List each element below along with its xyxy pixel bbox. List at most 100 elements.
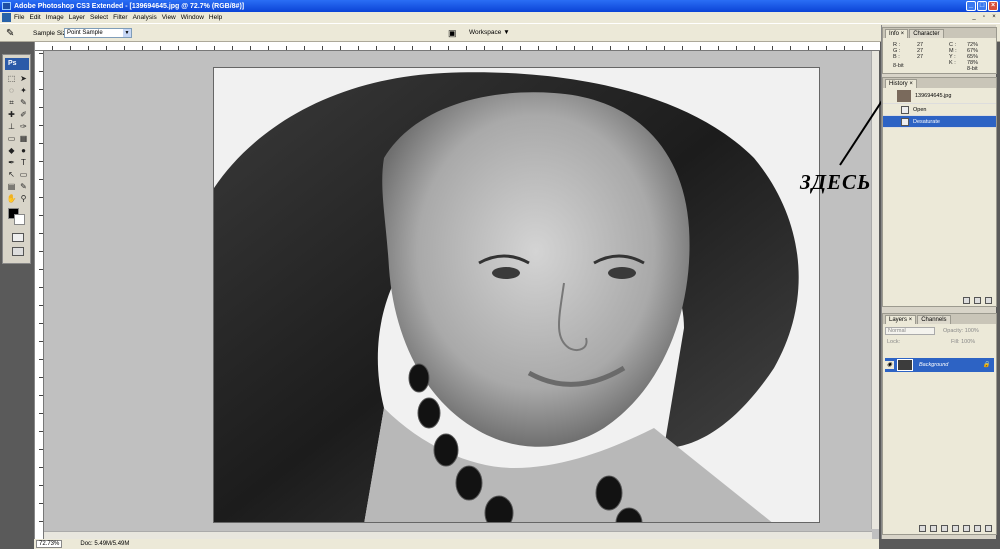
crop-tool-icon[interactable]: ⌗ [6,97,17,108]
tools-panel: Ps ⬚ ➤ ◌ ✦ ⌗ ✎ ✚ ✐ ⊥ ✑ ▭ ▦ ◆ ● ✒ T ↖ ▭ ▤… [2,54,31,264]
image-canvas[interactable] [213,67,820,523]
ps-logo: Ps [5,58,29,70]
type-tool-icon[interactable]: T [18,157,29,168]
new-snapshot-icon[interactable] [974,297,981,304]
quick-mask-button[interactable] [12,233,24,242]
eye-icon[interactable]: ◉ [885,361,894,369]
options-bar: ✎ Sample Size: Point Sample ▼ ▣ Workspac… [0,23,1000,42]
menu-view[interactable]: View [162,14,176,21]
maximize-button[interactable]: □ [977,1,987,11]
window-controls: _ □ × [966,1,998,11]
menu-window[interactable]: Window [181,14,204,21]
lasso-tool-icon[interactable]: ◌ [6,85,17,96]
doc-minimize-button[interactable]: _ [970,13,978,21]
history-panel: History × 139694645.jpg Open Desaturate [882,77,997,307]
eyedropper-icon[interactable]: ✎ [6,28,18,40]
document-size[interactable]: Doc: 5.49M/5.49M [80,541,129,547]
tab-history[interactable]: History × [885,79,917,88]
close-button[interactable]: × [988,1,998,11]
folder-icon[interactable] [963,525,970,532]
marquee-tool-icon[interactable]: ⬚ [6,73,17,84]
annotation-label: ЗДЕСЬ [800,170,872,194]
tab-layers[interactable]: Layers × [885,315,917,324]
move-tool-icon[interactable]: ➤ [18,73,29,84]
horizontal-scrollbar[interactable] [44,531,872,539]
doc-restore-button[interactable]: ▫ [980,13,988,21]
lock-icon: 🔒 [982,362,990,368]
trash-icon[interactable] [985,297,992,304]
minimize-button[interactable]: _ [966,1,976,11]
doc-close-button[interactable]: × [990,13,998,21]
tab-channels[interactable]: Channels [917,315,951,324]
magic-wand-tool-icon[interactable]: ✦ [18,85,29,96]
brush-tool-icon[interactable]: ✐ [18,109,29,120]
document-icon[interactable] [2,13,11,22]
zoom-level-field[interactable]: 72.73% [36,540,63,548]
document-window-controls: _ ▫ × [970,13,998,21]
healing-tool-icon[interactable]: ✚ [6,109,17,120]
menu-layer[interactable]: Layer [69,14,85,21]
eyedropper2-tool-icon[interactable]: ✎ [18,181,29,192]
info-b-label: B : [893,54,900,60]
info-k-label: K : [949,60,956,66]
menu-image[interactable]: Image [46,14,64,21]
layer-background[interactable]: ◉ Background 🔒 [885,358,994,372]
menu-bar: File Edit Image Layer Select Filter Anal… [0,12,1000,23]
background-color-swatch[interactable] [14,214,25,225]
zoom-tool-icon[interactable]: ⚲ [18,193,29,204]
stamp-tool-icon[interactable]: ⊥ [6,121,17,132]
sample-size-value: Point Sample [67,30,103,36]
path-select-tool-icon[interactable]: ↖ [6,169,17,180]
history-footer [963,297,992,304]
shape-tool-icon[interactable]: ▭ [18,169,29,180]
pen-tool-icon[interactable]: ✒ [6,157,17,168]
fill-field[interactable]: Fill: 100% [951,339,975,345]
vertical-scrollbar[interactable] [871,51,879,529]
tab-character[interactable]: Character [909,29,944,38]
menu-file[interactable]: File [14,14,24,21]
info-bit-left: 8-bit [893,63,904,69]
snapshot-name: 139694645.jpg [915,92,952,99]
new-layer-icon[interactable] [974,525,981,532]
history-step-open: Open [913,106,927,113]
history-step-selected[interactable]: Desaturate [883,116,996,128]
history-step[interactable]: Open [883,104,996,116]
tab-info[interactable]: Info × [885,29,909,38]
title-bar: Adobe Photoshop CS3 Extended - [13969464… [0,0,1000,12]
layer-thumbnail [897,359,913,371]
adjustment-icon[interactable] [952,525,959,532]
screen-mode-button[interactable] [12,247,24,256]
notes-tool-icon[interactable]: ▤ [6,181,17,192]
vertical-ruler[interactable] [35,51,44,539]
history-step-icon [901,106,909,114]
history-brush-tool-icon[interactable]: ✑ [18,121,29,132]
mask-icon[interactable] [941,525,948,532]
menu-select[interactable]: Select [90,14,108,21]
trash-icon[interactable] [985,525,992,532]
photoshop-app-icon[interactable] [2,2,11,10]
menu-filter[interactable]: Filter [113,14,127,21]
eyedropper-tool-icon[interactable]: ✎ [18,97,29,108]
gradient-tool-icon[interactable]: ▦ [18,133,29,144]
blur-tool-icon[interactable]: ◆ [6,145,17,156]
tool-grid: ⬚ ➤ ◌ ✦ ⌗ ✎ ✚ ✐ ⊥ ✑ ▭ ▦ ◆ ● ✒ T ↖ ▭ ▤ ✎ … [6,73,29,204]
menu-help[interactable]: Help [209,14,222,21]
hand-tool-icon[interactable]: ✋ [6,193,17,204]
new-document-icon[interactable] [963,297,970,304]
menu-edit[interactable]: Edit [29,14,40,21]
menu-analysis[interactable]: Analysis [133,14,157,21]
link-icon[interactable] [919,525,926,532]
sample-size-select[interactable]: Point Sample ▼ [64,28,132,38]
history-snapshot[interactable]: 139694645.jpg [883,88,996,104]
eraser-tool-icon[interactable]: ▭ [6,133,17,144]
opacity-field[interactable]: Opacity: 100% [943,328,979,334]
layers-panel: Layers × Channels Normal Opacity: 100% L… [882,313,997,535]
bridge-icon[interactable]: ▣ [448,28,462,39]
fx-icon[interactable] [930,525,937,532]
blend-mode-select[interactable]: Normal [885,327,935,335]
layers-panel-tabs: Layers × Channels [883,314,996,324]
status-bar: 72.73% Doc: 5.49M/5.49M [34,539,879,549]
horizontal-ruler[interactable] [35,42,880,51]
dodge-tool-icon[interactable]: ● [18,145,29,156]
workspace-button[interactable]: Workspace ▼ [466,28,513,37]
